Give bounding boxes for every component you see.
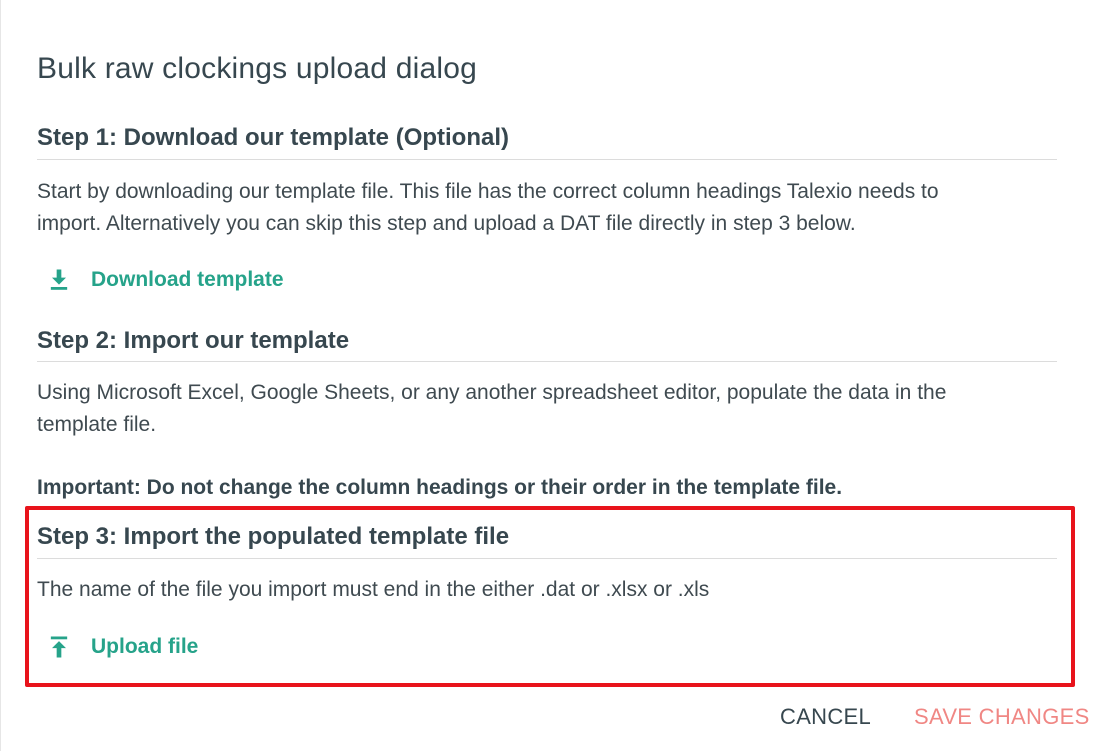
step2-important-note: Important: Do not change the column head… (37, 476, 843, 499)
step1-description-line1: Start by downloading our template file. … (37, 180, 939, 203)
step3-description: The name of the file you import must end… (37, 578, 710, 601)
save-changes-button[interactable]: SAVE CHANGES (914, 704, 1090, 730)
step1-heading: Step 1: Download our template (Optional) (37, 124, 510, 151)
upload-file-button[interactable]: Upload file (45, 633, 198, 661)
step2-description: Using Microsoft Excel, Google Sheets, or… (37, 377, 1047, 441)
step1-divider (37, 159, 1057, 160)
step1-description-line2: import. Alternatively you can skip this … (37, 212, 856, 235)
upload-icon (50, 636, 68, 658)
step2-heading: Step 2: Import our template (37, 327, 350, 354)
download-template-button[interactable]: Download template (45, 266, 284, 294)
upload-file-label: Upload file (91, 635, 199, 658)
step3-divider (37, 558, 1057, 559)
step1-description: Start by downloading our template file. … (37, 176, 1047, 240)
download-icon (50, 269, 68, 290)
step3-heading: Step 3: Import the populated template fi… (37, 523, 510, 550)
step2-description-line1: Using Microsoft Excel, Google Sheets, or… (37, 381, 947, 404)
bulk-upload-dialog: Bulk raw clockings upload dialog Step 1:… (0, 0, 1096, 751)
step2-description-line2: template file. (37, 413, 157, 436)
dialog-title: Bulk raw clockings upload dialog (37, 52, 477, 85)
step2-divider (37, 361, 1057, 362)
cancel-button[interactable]: CANCEL (780, 704, 871, 730)
download-template-label: Download template (91, 268, 284, 291)
